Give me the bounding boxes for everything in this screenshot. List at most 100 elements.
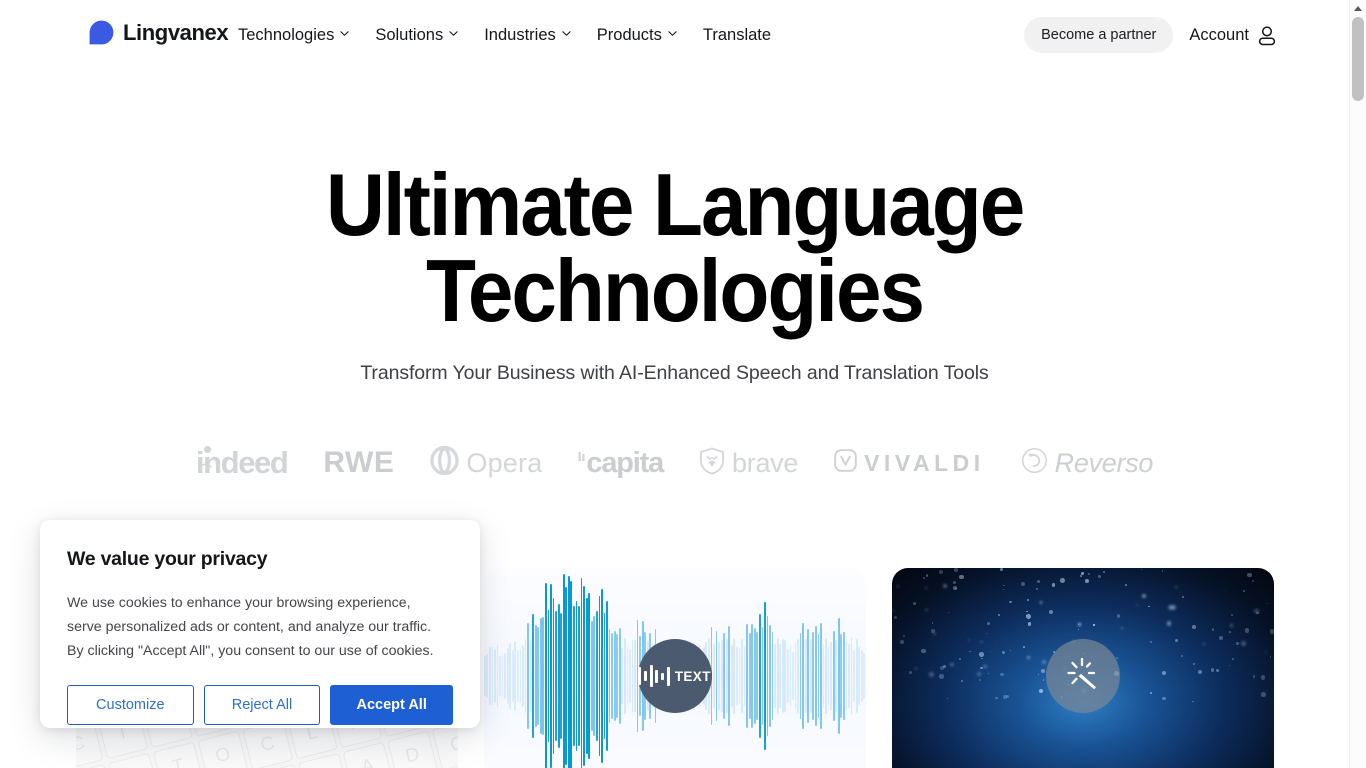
waveform-bar bbox=[606, 601, 608, 751]
cookie-dialog-body: We use cookies to enhance your browsing … bbox=[67, 591, 453, 663]
particle bbox=[1035, 587, 1039, 591]
particle bbox=[1211, 628, 1215, 631]
vertical-scrollbar[interactable] bbox=[1349, 0, 1366, 768]
cookie-body-line-3: By clicking "Accept All", you consent to… bbox=[67, 643, 434, 659]
particle bbox=[979, 652, 984, 657]
waveform-bar bbox=[840, 633, 843, 719]
magic-wand-sparkle-icon bbox=[1063, 654, 1103, 699]
particle bbox=[983, 664, 987, 669]
particle bbox=[1003, 584, 1005, 586]
particle bbox=[947, 698, 949, 700]
particle bbox=[995, 696, 998, 700]
particle bbox=[924, 586, 928, 590]
partner-label: Reverso bbox=[1054, 447, 1154, 478]
customize-button[interactable]: Customize bbox=[67, 685, 194, 725]
waveform-bar bbox=[522, 644, 524, 708]
particle bbox=[1231, 657, 1235, 661]
waveform-bar bbox=[555, 611, 557, 741]
particle bbox=[1009, 650, 1011, 652]
account-label: Account bbox=[1189, 25, 1249, 44]
vivaldi-square-icon bbox=[834, 449, 857, 477]
scroll-up-arrow-icon[interactable] bbox=[1350, 0, 1366, 17]
particle bbox=[1233, 644, 1235, 646]
particle bbox=[1191, 625, 1196, 630]
waveform-bar bbox=[547, 609, 550, 743]
waveform-bar bbox=[573, 605, 575, 747]
particle bbox=[998, 614, 1000, 616]
particle bbox=[1247, 572, 1252, 577]
waveform-bar bbox=[786, 648, 789, 704]
card-ai-enhance[interactable] bbox=[891, 568, 1274, 768]
waveform-bar bbox=[784, 640, 787, 712]
partner-logo-brave: brave bbox=[699, 447, 798, 480]
particle bbox=[1037, 673, 1040, 676]
waveform-bar bbox=[758, 613, 761, 739]
particle bbox=[1197, 670, 1202, 675]
particle bbox=[1161, 569, 1164, 572]
particle bbox=[1181, 655, 1183, 657]
particle bbox=[1210, 668, 1215, 672]
cookie-dialog-actions: Customize Reject All Accept All bbox=[67, 685, 453, 725]
particle bbox=[1162, 696, 1166, 701]
browser-page: Lingvanex Technologies Solutions Industr bbox=[0, 0, 1366, 768]
nav-label: Technologies bbox=[238, 26, 335, 44]
particle bbox=[1059, 578, 1065, 583]
nav-item-products[interactable]: Products bbox=[597, 23, 677, 47]
waveform-bar bbox=[776, 637, 779, 715]
particle bbox=[952, 585, 957, 591]
particle bbox=[1080, 571, 1084, 576]
particle bbox=[909, 670, 913, 674]
cookie-body-line-2: serve personalized ads or content, and a… bbox=[67, 619, 432, 635]
hero-section: Ultimate Language Technologies Transform… bbox=[0, 70, 1349, 385]
partner-logo-strip: indeed RWE Opera capita brave VIVALDI Re… bbox=[0, 445, 1349, 481]
particle bbox=[1230, 614, 1233, 616]
particle bbox=[1181, 595, 1185, 599]
scrollbar-thumb[interactable] bbox=[1352, 17, 1364, 101]
nav-label: Translate bbox=[702, 26, 772, 44]
brand-logo-link[interactable]: Lingvanex bbox=[89, 20, 229, 45]
particle bbox=[1254, 608, 1259, 614]
nav-item-industries[interactable]: Industries bbox=[484, 23, 571, 47]
waveform-bar bbox=[529, 640, 532, 712]
waveform-bar bbox=[519, 649, 522, 703]
waveform-bar bbox=[837, 617, 840, 735]
waveform-bar bbox=[830, 642, 833, 710]
particle bbox=[953, 580, 957, 584]
speech-to-text-badge: TEXT bbox=[637, 639, 712, 713]
page-viewport: Lingvanex Technologies Solutions Industr bbox=[0, 0, 1349, 768]
nav-item-translate[interactable]: Translate bbox=[703, 23, 771, 47]
particle bbox=[1265, 568, 1267, 570]
become-a-partner-button[interactable]: Become a partner bbox=[1024, 17, 1174, 53]
nav-label: Solutions bbox=[375, 26, 444, 44]
waveform-bar bbox=[723, 633, 726, 719]
reject-all-button[interactable]: Reject All bbox=[203, 685, 321, 725]
waveform-bar bbox=[550, 583, 552, 768]
waveform-bar bbox=[730, 645, 733, 707]
waveform-bar bbox=[575, 600, 578, 752]
particle bbox=[954, 568, 958, 572]
waveform-bar bbox=[629, 649, 631, 703]
capita-tick-icon bbox=[578, 440, 585, 461]
waveform-bar bbox=[560, 612, 563, 740]
particle bbox=[1000, 672, 1004, 677]
particle bbox=[899, 639, 904, 645]
accept-all-button[interactable]: Accept All bbox=[330, 685, 453, 725]
cookie-consent-dialog: We value your privacy We use cookies to … bbox=[40, 520, 480, 728]
particle bbox=[1039, 689, 1043, 694]
nav-item-solutions[interactable]: Solutions bbox=[375, 23, 458, 47]
partner-logo-opera: Opera bbox=[430, 445, 542, 480]
partner-label: RWE bbox=[323, 446, 395, 479]
card-speech-to-text[interactable]: TEXT bbox=[483, 568, 866, 768]
particle bbox=[930, 628, 935, 633]
waveform-bar bbox=[761, 626, 764, 726]
waveform-bar bbox=[532, 613, 535, 739]
waveform-bar bbox=[631, 640, 634, 712]
account-button[interactable]: Account bbox=[1187, 19, 1279, 52]
letter-tile: D bbox=[386, 730, 438, 768]
waveform-bar bbox=[486, 654, 489, 698]
particle bbox=[979, 679, 981, 681]
waveform-bar bbox=[511, 650, 514, 702]
nav-item-technologies[interactable]: Technologies bbox=[238, 23, 349, 47]
waveform-bar bbox=[809, 639, 812, 713]
particle bbox=[958, 658, 961, 661]
